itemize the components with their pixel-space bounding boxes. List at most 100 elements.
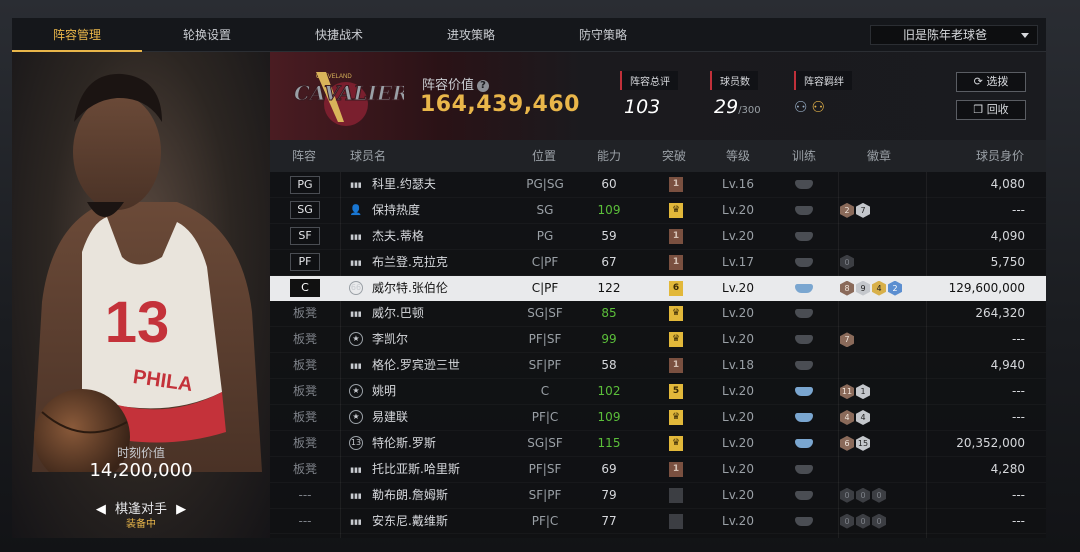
- slot-badge[interactable]: C: [290, 279, 320, 298]
- player-name[interactable]: 托比亚斯.哈里斯: [372, 457, 522, 483]
- training-icon[interactable]: [795, 231, 813, 241]
- training-icon[interactable]: [795, 205, 813, 215]
- player-name[interactable]: 布兰登.克拉克: [372, 250, 522, 276]
- breakthrough-tag[interactable]: ♛: [669, 435, 683, 451]
- breakthrough-tag[interactable]: 1: [669, 177, 683, 192]
- badge-icon[interactable]: 2: [888, 280, 902, 296]
- training-icon[interactable]: [795, 438, 813, 448]
- player-name[interactable]: 姚明: [372, 379, 522, 405]
- badge-icon[interactable]: 0: [872, 513, 886, 529]
- table-row[interactable]: 板凳 ★ 李凯尔 PF|SF 99 ♛ Lv.20 7 ---: [270, 327, 1046, 353]
- breakthrough-tag[interactable]: 1: [669, 358, 683, 374]
- training-icon[interactable]: [795, 283, 813, 293]
- table-row[interactable]: --- ▮▮▮ 勒布朗.詹姆斯 SF|PF 79 Lv.20 0 0 0 ---: [270, 483, 1046, 509]
- table-row[interactable]: 板凳 13 特伦斯.罗斯 SG|SF 115 ♛ Lv.20 6 15 20,352,000: [270, 431, 1046, 457]
- slot-badge[interactable]: SF: [290, 227, 320, 246]
- select-button[interactable]: ⟳ 选拨: [956, 72, 1026, 92]
- training-icon[interactable]: [795, 490, 813, 500]
- badge-icon[interactable]: 0: [856, 487, 870, 503]
- badge-icon[interactable]: 11: [840, 384, 854, 400]
- badge-icon[interactable]: 6: [840, 435, 854, 451]
- breakthrough-tag[interactable]: [669, 487, 683, 503]
- tab-quick-tactics[interactable]: 快捷战术: [274, 18, 404, 52]
- table-row[interactable]: C 66 威尔特.张伯伦 C|PF 122 6 Lv.20 8 9 4 2 129,600,000: [270, 275, 1046, 302]
- table-row[interactable]: PF ▮▮▮ 布兰登.克拉克 C|PF 67 1 Lv.17 0 5,750: [270, 250, 1046, 276]
- badge-icon[interactable]: 0: [840, 513, 854, 529]
- player-name[interactable]: 易建联: [372, 405, 522, 431]
- header-level[interactable]: 等级: [726, 140, 750, 172]
- table-row[interactable]: 板凳 ▮▮▮ 格伦.罗宾逊三世 SF|PF 58 1 Lv.18 4,940: [270, 353, 1046, 379]
- player-name[interactable]: 特伦斯.罗斯: [372, 431, 522, 457]
- breakthrough-tag[interactable]: ♛: [669, 306, 683, 322]
- badge-icon[interactable]: 0: [840, 254, 854, 270]
- header-ability[interactable]: 能力: [597, 140, 621, 172]
- training-icon[interactable]: [795, 387, 813, 397]
- badge-icon[interactable]: 7: [840, 332, 854, 348]
- badge-icon[interactable]: 0: [856, 513, 870, 529]
- player-name[interactable]: 威尔.巴顿: [372, 301, 522, 327]
- breakthrough-tag[interactable]: ♛: [669, 332, 683, 348]
- player-name[interactable]: 杰夫.蒂格: [372, 224, 522, 250]
- badge-icon[interactable]: 4: [856, 410, 870, 426]
- breakthrough-tag[interactable]: 6: [669, 280, 683, 296]
- training-icon[interactable]: [795, 309, 813, 319]
- tab-rotation-settings[interactable]: 轮换设置: [142, 18, 272, 52]
- badge-icon[interactable]: 9: [856, 280, 870, 296]
- bond-group-icon[interactable]: ⚇: [794, 98, 811, 116]
- table-row[interactable]: 板凳 ▮▮▮ 托比亚斯.哈里斯 PF|SF 69 1 Lv.20 4,280: [270, 457, 1046, 483]
- player-name[interactable]: 勒布朗.詹姆斯: [372, 483, 522, 509]
- tab-defense-strategy[interactable]: 防守策略: [538, 18, 668, 52]
- training-icon[interactable]: [795, 257, 813, 267]
- badge-icon[interactable]: 4: [840, 410, 854, 426]
- table-row[interactable]: SF ▮▮▮ 杰夫.蒂格 PG 59 1 Lv.20 4,090: [270, 224, 1046, 250]
- badge-icon[interactable]: 1: [856, 384, 870, 400]
- header-salary[interactable]: 球员身价: [976, 140, 1024, 172]
- bond-icons[interactable]: ⚇⚇: [794, 98, 852, 116]
- header-name[interactable]: 球员名: [350, 140, 386, 172]
- tab-lineup-management[interactable]: 阵容管理: [12, 18, 142, 52]
- tab-offense-strategy[interactable]: 进攻策略: [406, 18, 536, 52]
- recycle-button[interactable]: ❐ 回收: [956, 100, 1026, 120]
- badge-icon[interactable]: 8: [840, 280, 854, 296]
- badge-icon[interactable]: 4: [872, 280, 886, 296]
- help-icon[interactable]: ?: [477, 80, 490, 92]
- breakthrough-tag[interactable]: 1: [669, 228, 683, 244]
- table-row[interactable]: SG 👤 保持热度 SG 109 ♛ Lv.20 2 7 ---: [270, 198, 1046, 224]
- breakthrough-tag[interactable]: ♛: [669, 202, 683, 218]
- table-row[interactable]: PG ▮▮▮ 科里.约瑟夫 PG|SG 60 1 Lv.16 4,080: [270, 172, 1046, 198]
- table-row[interactable]: 板凳 ▮▮▮ 威尔.巴顿 SG|SF 85 ♛ Lv.20 264,320: [270, 301, 1046, 327]
- player-name[interactable]: 威尔特.张伯伦: [372, 276, 522, 302]
- badge-icon[interactable]: 15: [856, 435, 870, 451]
- player-name[interactable]: 科里.约瑟夫: [372, 172, 522, 198]
- player-name[interactable]: 保持热度: [372, 198, 522, 224]
- training-icon[interactable]: [795, 516, 813, 526]
- player-name[interactable]: 李凯尔: [372, 327, 522, 353]
- slot-badge[interactable]: PG: [290, 175, 320, 194]
- table-row[interactable]: 板凳 ★ 姚明 C 102 5 Lv.20 11 1 ---: [270, 379, 1046, 405]
- bond-gold-icon[interactable]: ⚇: [811, 98, 828, 116]
- badge-icon[interactable]: 7: [856, 202, 870, 218]
- player-name[interactable]: 安东尼.戴维斯: [372, 509, 522, 535]
- breakthrough-tag[interactable]: [669, 513, 683, 529]
- slot-badge[interactable]: SG: [290, 201, 320, 220]
- breakthrough-tag[interactable]: 5: [669, 384, 683, 400]
- slot-badge[interactable]: PF: [290, 253, 320, 272]
- header-breakthrough[interactable]: 突破: [662, 140, 686, 172]
- breakthrough-tag[interactable]: 1: [669, 461, 683, 477]
- header-position[interactable]: 位置: [532, 140, 556, 172]
- badge-icon[interactable]: 0: [872, 487, 886, 503]
- table-row[interactable]: 板凳 ★ 易建联 PF|C 109 ♛ Lv.20 4 4 ---: [270, 405, 1046, 431]
- header-slot[interactable]: 阵容: [292, 140, 316, 172]
- breakthrough-tag[interactable]: ♛: [669, 410, 683, 426]
- badge-icon[interactable]: 0: [840, 487, 854, 503]
- training-icon[interactable]: [795, 180, 813, 189]
- training-icon[interactable]: [795, 361, 813, 371]
- header-training[interactable]: 训练: [792, 140, 816, 172]
- player-name[interactable]: 格伦.罗宾逊三世: [372, 353, 522, 379]
- training-icon[interactable]: [795, 335, 813, 345]
- header-badges[interactable]: 徽章: [867, 140, 891, 172]
- team-select-dropdown[interactable]: 旧是陈年老球爸: [870, 25, 1038, 45]
- badge-icon[interactable]: 2: [840, 202, 854, 218]
- breakthrough-tag[interactable]: 1: [669, 254, 683, 270]
- table-row[interactable]: --- ▮▮▮ 安东尼.戴维斯 PF|C 77 Lv.20 0 0 0 ---: [270, 509, 1046, 535]
